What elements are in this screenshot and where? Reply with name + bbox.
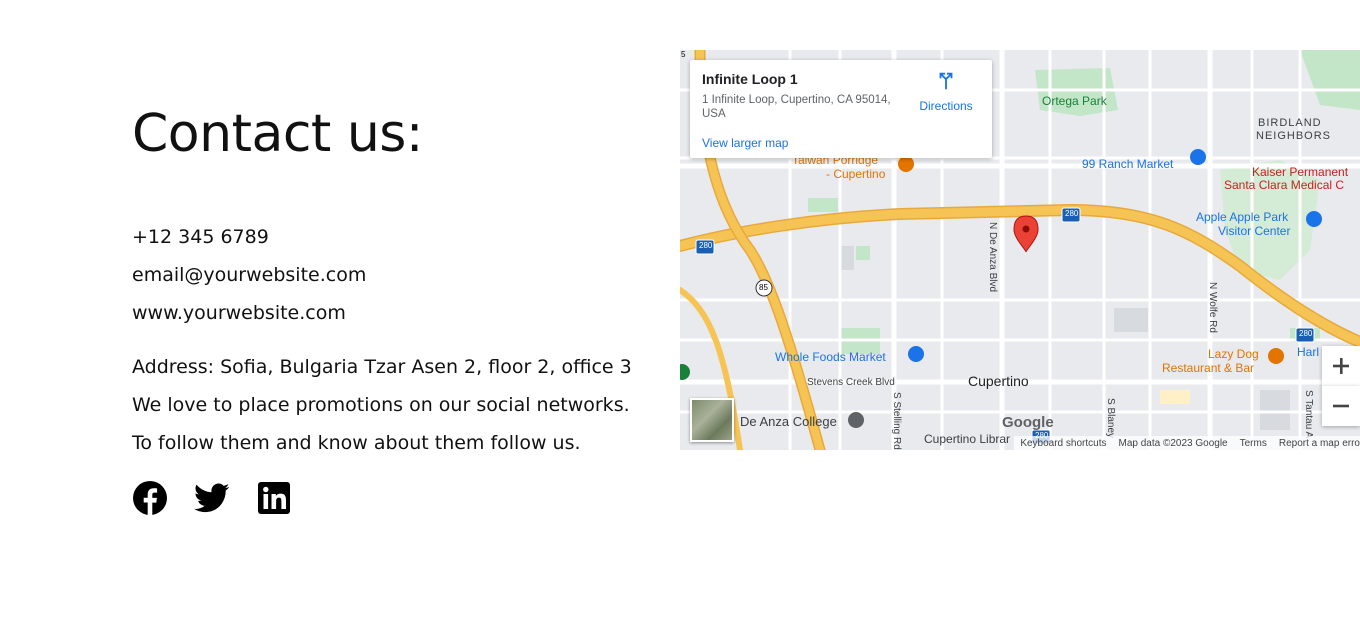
label-birdland: BIRDLAND: [1258, 117, 1322, 129]
label-lazy-dog-1: Lazy Dog: [1208, 347, 1259, 361]
label-taiwan-2: - Cupertino: [826, 167, 886, 181]
label-cupertino: Cupertino: [968, 373, 1029, 389]
keyboard-shortcuts-link[interactable]: Keyboard shortcuts: [1020, 438, 1106, 449]
place-title: Infinite Loop 1: [702, 71, 798, 87]
zoom-in-button[interactable]: [1322, 346, 1360, 386]
label-kaiser-1: Kaiser Permanent: [1252, 165, 1349, 179]
label-whole-foods: Whole Foods Market: [775, 350, 886, 364]
poi-ranch-market: [1190, 149, 1206, 165]
label-n-wolfe: N Wolfe Rd: [1207, 282, 1218, 333]
block-2: [1260, 390, 1290, 430]
poi-whole-foods: [908, 346, 924, 362]
shield-5: 5: [681, 50, 686, 59]
park-ortega: [1035, 68, 1118, 116]
label-ortega-park: Ortega Park: [1042, 94, 1107, 108]
linkedin-link[interactable]: [256, 480, 292, 516]
label-de-anza-college: De Anza College: [740, 414, 837, 429]
satellite-toggle[interactable]: [690, 398, 734, 442]
park-small: [856, 246, 870, 260]
website-link[interactable]: www.yourwebsite.com: [132, 302, 346, 324]
directions-button[interactable]: Directions: [912, 70, 980, 113]
shield-280-a: 280: [1065, 209, 1079, 218]
follow-text: To follow them and know about them follo…: [132, 432, 581, 454]
twitter-icon: [194, 483, 230, 513]
linkedin-icon: [258, 482, 290, 514]
plus-icon: [1333, 358, 1349, 374]
label-harl: Harl: [1297, 345, 1320, 359]
twitter-link[interactable]: [194, 480, 230, 516]
directions-icon: [939, 72, 953, 90]
directions-label: Directions: [919, 99, 973, 113]
label-stevens-creek: Stevens Creek Blvd: [807, 377, 895, 388]
label-s-tantau: S Tantau A: [1303, 390, 1314, 439]
park-taiwan: [808, 198, 838, 212]
shield-280-c: 280: [1299, 329, 1313, 338]
facebook-link[interactable]: [132, 480, 168, 516]
label-cupertino-library: Cupertino Librar: [924, 432, 1011, 446]
page-title: Contact us:: [132, 104, 423, 164]
view-larger-map-link[interactable]: View larger map: [702, 136, 788, 150]
facebook-icon: [133, 481, 167, 515]
minus-icon: [1333, 404, 1349, 408]
terms-link[interactable]: Terms: [1240, 438, 1267, 449]
label-apple-park-2: Visitor Center: [1218, 224, 1291, 238]
label-s-stelling: S Stelling Rd: [891, 392, 902, 450]
label-lazy-dog-2: Restaurant & Bar: [1162, 361, 1255, 375]
poi-apple-park: [1306, 211, 1322, 227]
label-apple-park-1: Apple Apple Park: [1196, 210, 1289, 224]
label-n-de-anza: N De Anza Blvd: [987, 222, 998, 293]
promo-text: We love to place promotions on our socia…: [132, 394, 630, 416]
label-s-blaney: S Blaney: [1105, 398, 1116, 439]
google-logo: Google: [1002, 414, 1054, 431]
map-data-attribution: Map data ©2023 Google: [1118, 437, 1228, 449]
shield-85: 85: [759, 283, 768, 292]
email-address[interactable]: email@yourwebsite.com: [132, 264, 366, 286]
poi-lazy-dog: [1268, 348, 1284, 364]
place-info-card: Infinite Loop 1 1 Infinite Loop, Cuperti…: [690, 60, 992, 158]
label-kaiser-2: Santa Clara Medical C: [1224, 178, 1345, 192]
block-1: [1114, 308, 1148, 332]
shield-280-b: 280: [699, 241, 713, 250]
block-3: [840, 246, 854, 270]
phone-number[interactable]: +12 345 6789: [132, 226, 269, 248]
block-blaney: [1160, 390, 1190, 404]
poi-taiwan-porridge: [898, 156, 914, 172]
address-text: Address: Sofia, Bulgaria Tzar Asen 2, fl…: [132, 356, 632, 378]
poi-de-anza-college: [848, 412, 864, 428]
report-error-link[interactable]: Report a map erro: [1279, 438, 1360, 449]
label-ranch-market: 99 Ranch Market: [1082, 157, 1174, 171]
label-neighbors: NEIGHBORS: [1256, 130, 1332, 142]
place-address: 1 Infinite Loop, Cupertino, CA 95014, US…: [702, 94, 891, 120]
google-map[interactable]: Ortega Park BIRDLAND NEIGHBORS 99 Ranch …: [680, 50, 1360, 450]
social-links: [132, 480, 292, 516]
zoom-out-button[interactable]: [1322, 386, 1360, 426]
map-footer: Keyboard shortcuts Map data ©2023 Google…: [1014, 436, 1360, 450]
